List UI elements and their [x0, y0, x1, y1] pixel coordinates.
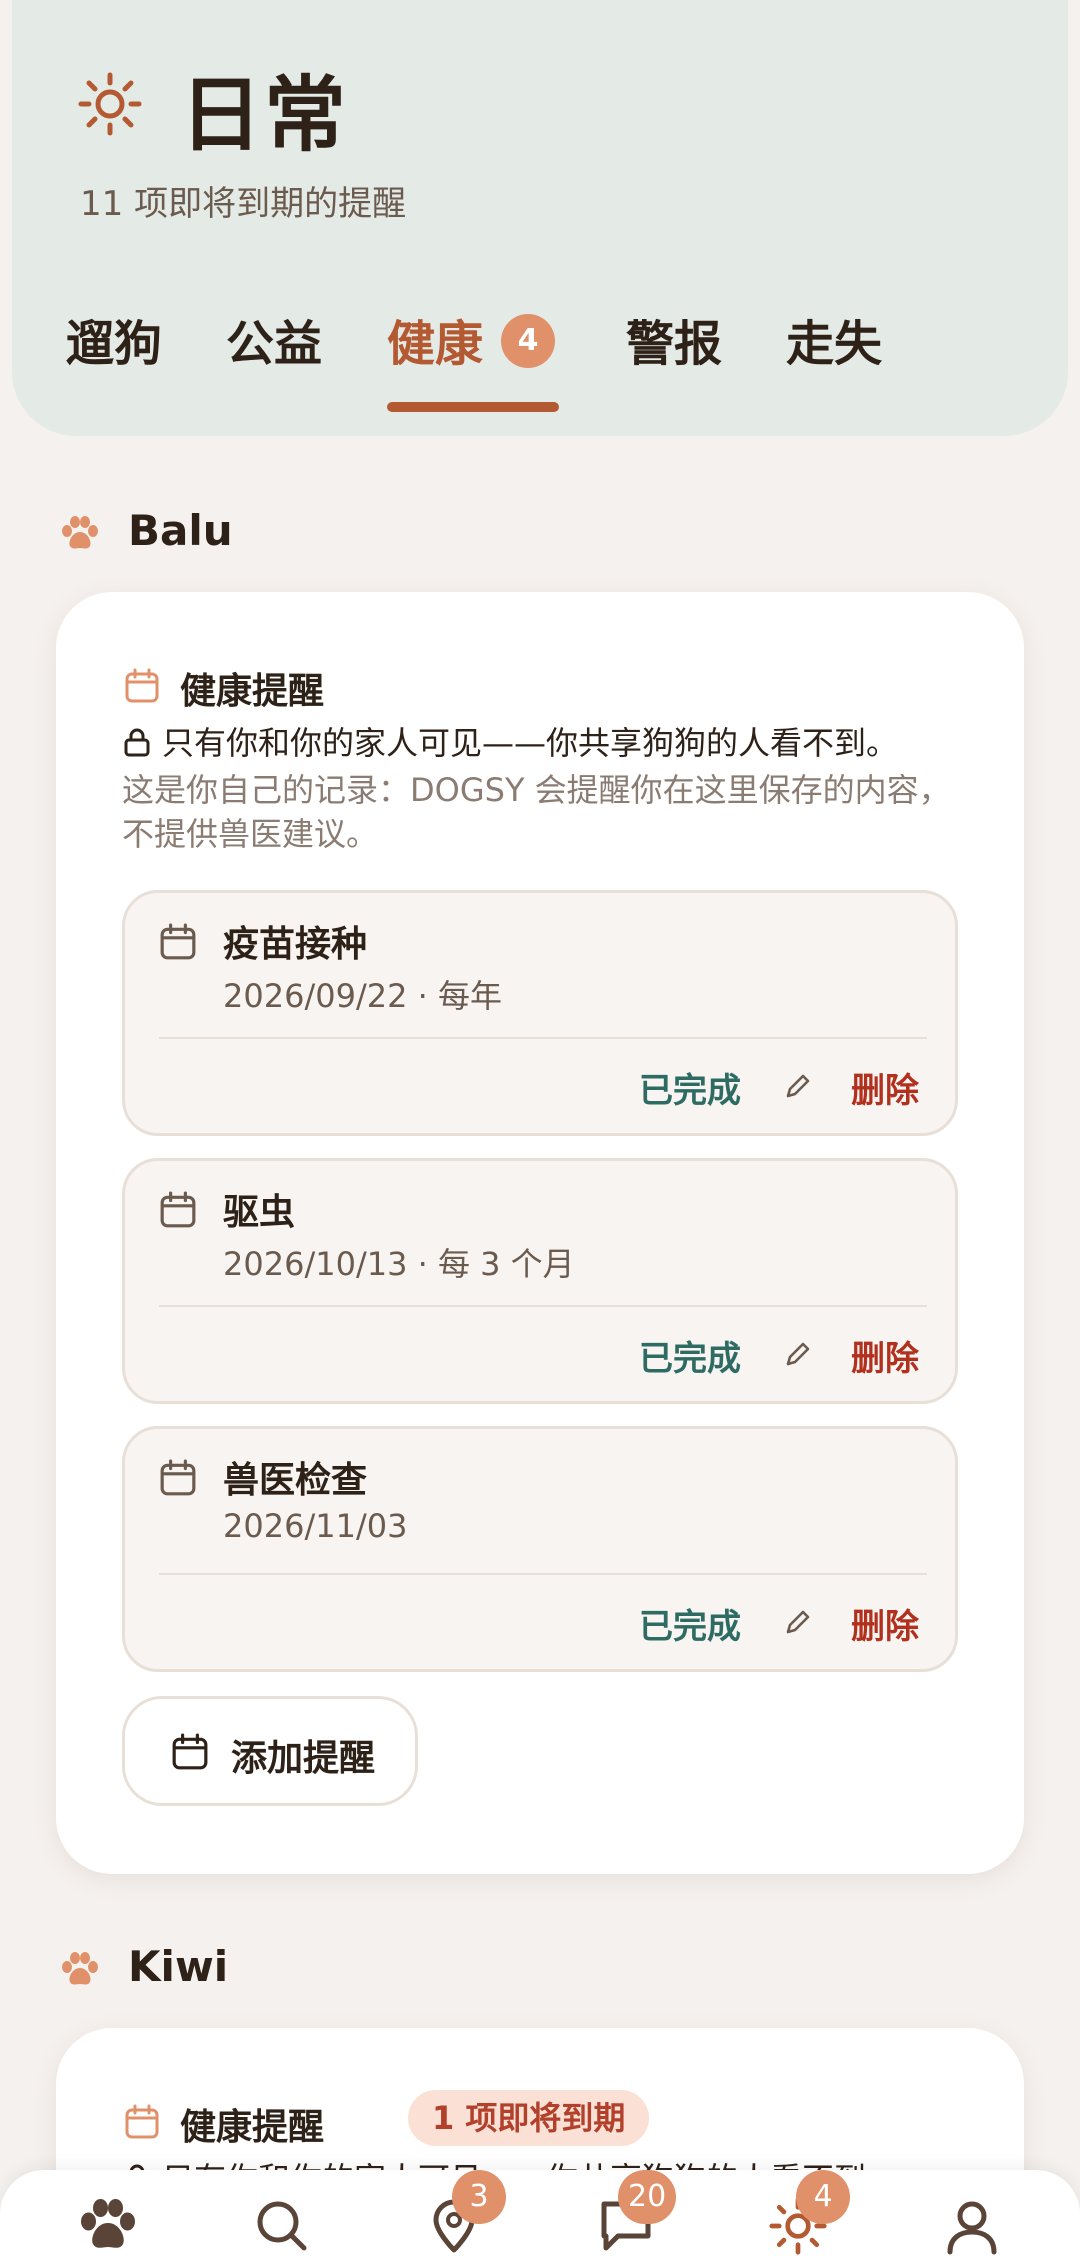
privacy-note: 只有你和你的家人可见——你共享狗狗的人看不到。 — [124, 718, 898, 764]
sun-icon — [78, 72, 142, 136]
delete-button[interactable]: 删除 — [851, 1331, 919, 1380]
nav-daily[interactable]: 4 — [768, 2170, 850, 2256]
search-icon — [257, 2201, 307, 2251]
disclaimer-text: 这是你自己的记录：DOGSY 会提醒你在这里保存的内容，不提供兽医建议。 — [122, 771, 951, 853]
profile-icon — [947, 2201, 997, 2255]
category-tabs: 遛狗 公益 健康 4 警报 走失 — [12, 304, 1068, 414]
paw-icon — [81, 2199, 135, 2248]
nav-map[interactable]: 3 — [424, 2170, 506, 2256]
reminder-name: 兽医检查 — [223, 1460, 368, 1501]
calendar-icon — [125, 668, 159, 703]
reminder-name: 驱虫 — [223, 1192, 296, 1233]
paw-icon — [62, 516, 98, 549]
reminder-count-subtitle: 11 项即将到期的提醒 — [80, 184, 407, 224]
calendar-icon — [172, 1733, 208, 1770]
page-title: 日常 — [180, 68, 349, 163]
divider — [159, 1573, 927, 1575]
nav-chat-badge: 20 — [618, 2170, 677, 2224]
nav-dogs[interactable] — [78, 2196, 138, 2256]
tab-health-badge: 4 — [501, 314, 556, 368]
reminder-date: 2026/09/22 · 每年 — [223, 977, 502, 1015]
nav-map-badge: 3 — [452, 2170, 506, 2224]
card-title: 健康提醒 — [180, 671, 325, 712]
calendar-icon — [160, 923, 196, 960]
add-reminder-button[interactable]: 添加提醒 — [122, 1696, 418, 1806]
reminder-name: 疫苗接种 — [223, 924, 368, 965]
mark-done-button[interactable]: 已完成 — [639, 1331, 741, 1380]
delete-button[interactable]: 删除 — [851, 1599, 919, 1648]
mark-done-button[interactable]: 已完成 — [639, 1063, 741, 1112]
divider — [159, 1305, 927, 1307]
tab-lost[interactable]: 走失 — [786, 304, 882, 374]
edit-pencil-icon[interactable] — [783, 1071, 813, 1101]
mark-done-button[interactable]: 已完成 — [639, 1599, 741, 1648]
health-reminders-card: 健康提醒 只有你和你的家人可见——你共享狗狗的人看不到。 这是你自己的记录：DO… — [56, 592, 1024, 1874]
lock-icon — [124, 728, 150, 757]
active-tab-indicator — [387, 402, 559, 412]
paw-icon — [62, 1952, 98, 1985]
bottom-nav: 3 20 4 — [0, 2170, 1080, 2268]
dog-name: Balu — [128, 506, 233, 555]
tab-health[interactable]: 健康 4 — [387, 304, 556, 374]
dog-name: Kiwi — [128, 1942, 229, 1991]
header: 日常 11 项即将到期的提醒 遛狗 公益 健康 4 警报 走失 — [12, 0, 1068, 436]
due-soon-badge: 1 项即将到期 — [408, 2090, 650, 2146]
calendar-icon — [125, 2104, 159, 2139]
delete-button[interactable]: 删除 — [851, 1063, 919, 1112]
tab-alerts[interactable]: 警报 — [626, 304, 722, 374]
reminder-date: 2026/11/03 — [223, 1507, 408, 1545]
edit-pencil-icon[interactable] — [783, 1339, 813, 1369]
reminder-item: 疫苗接种 2026/09/22 · 每年 已完成 删除 — [122, 890, 958, 1136]
card-title: 健康提醒 — [180, 2107, 325, 2148]
nav-daily-badge: 4 — [796, 2170, 850, 2224]
divider — [159, 1037, 927, 1039]
nav-search[interactable] — [252, 2196, 312, 2256]
reminder-date: 2026/10/13 · 每 3 个月 — [223, 1245, 575, 1283]
nav-profile[interactable] — [942, 2196, 1002, 2256]
calendar-icon — [160, 1459, 196, 1496]
tab-charity[interactable]: 公益 — [226, 304, 322, 374]
reminder-item: 驱虫 2026/10/13 · 每 3 个月 已完成 删除 — [122, 1158, 958, 1404]
edit-pencil-icon[interactable] — [783, 1607, 813, 1637]
reminder-item: 兽医检查 2026/11/03 已完成 删除 — [122, 1426, 958, 1672]
calendar-icon — [160, 1191, 196, 1228]
tab-walk[interactable]: 遛狗 — [66, 304, 162, 374]
nav-chat[interactable]: 20 — [596, 2170, 677, 2256]
add-reminder-label: 添加提醒 — [231, 1738, 376, 1779]
